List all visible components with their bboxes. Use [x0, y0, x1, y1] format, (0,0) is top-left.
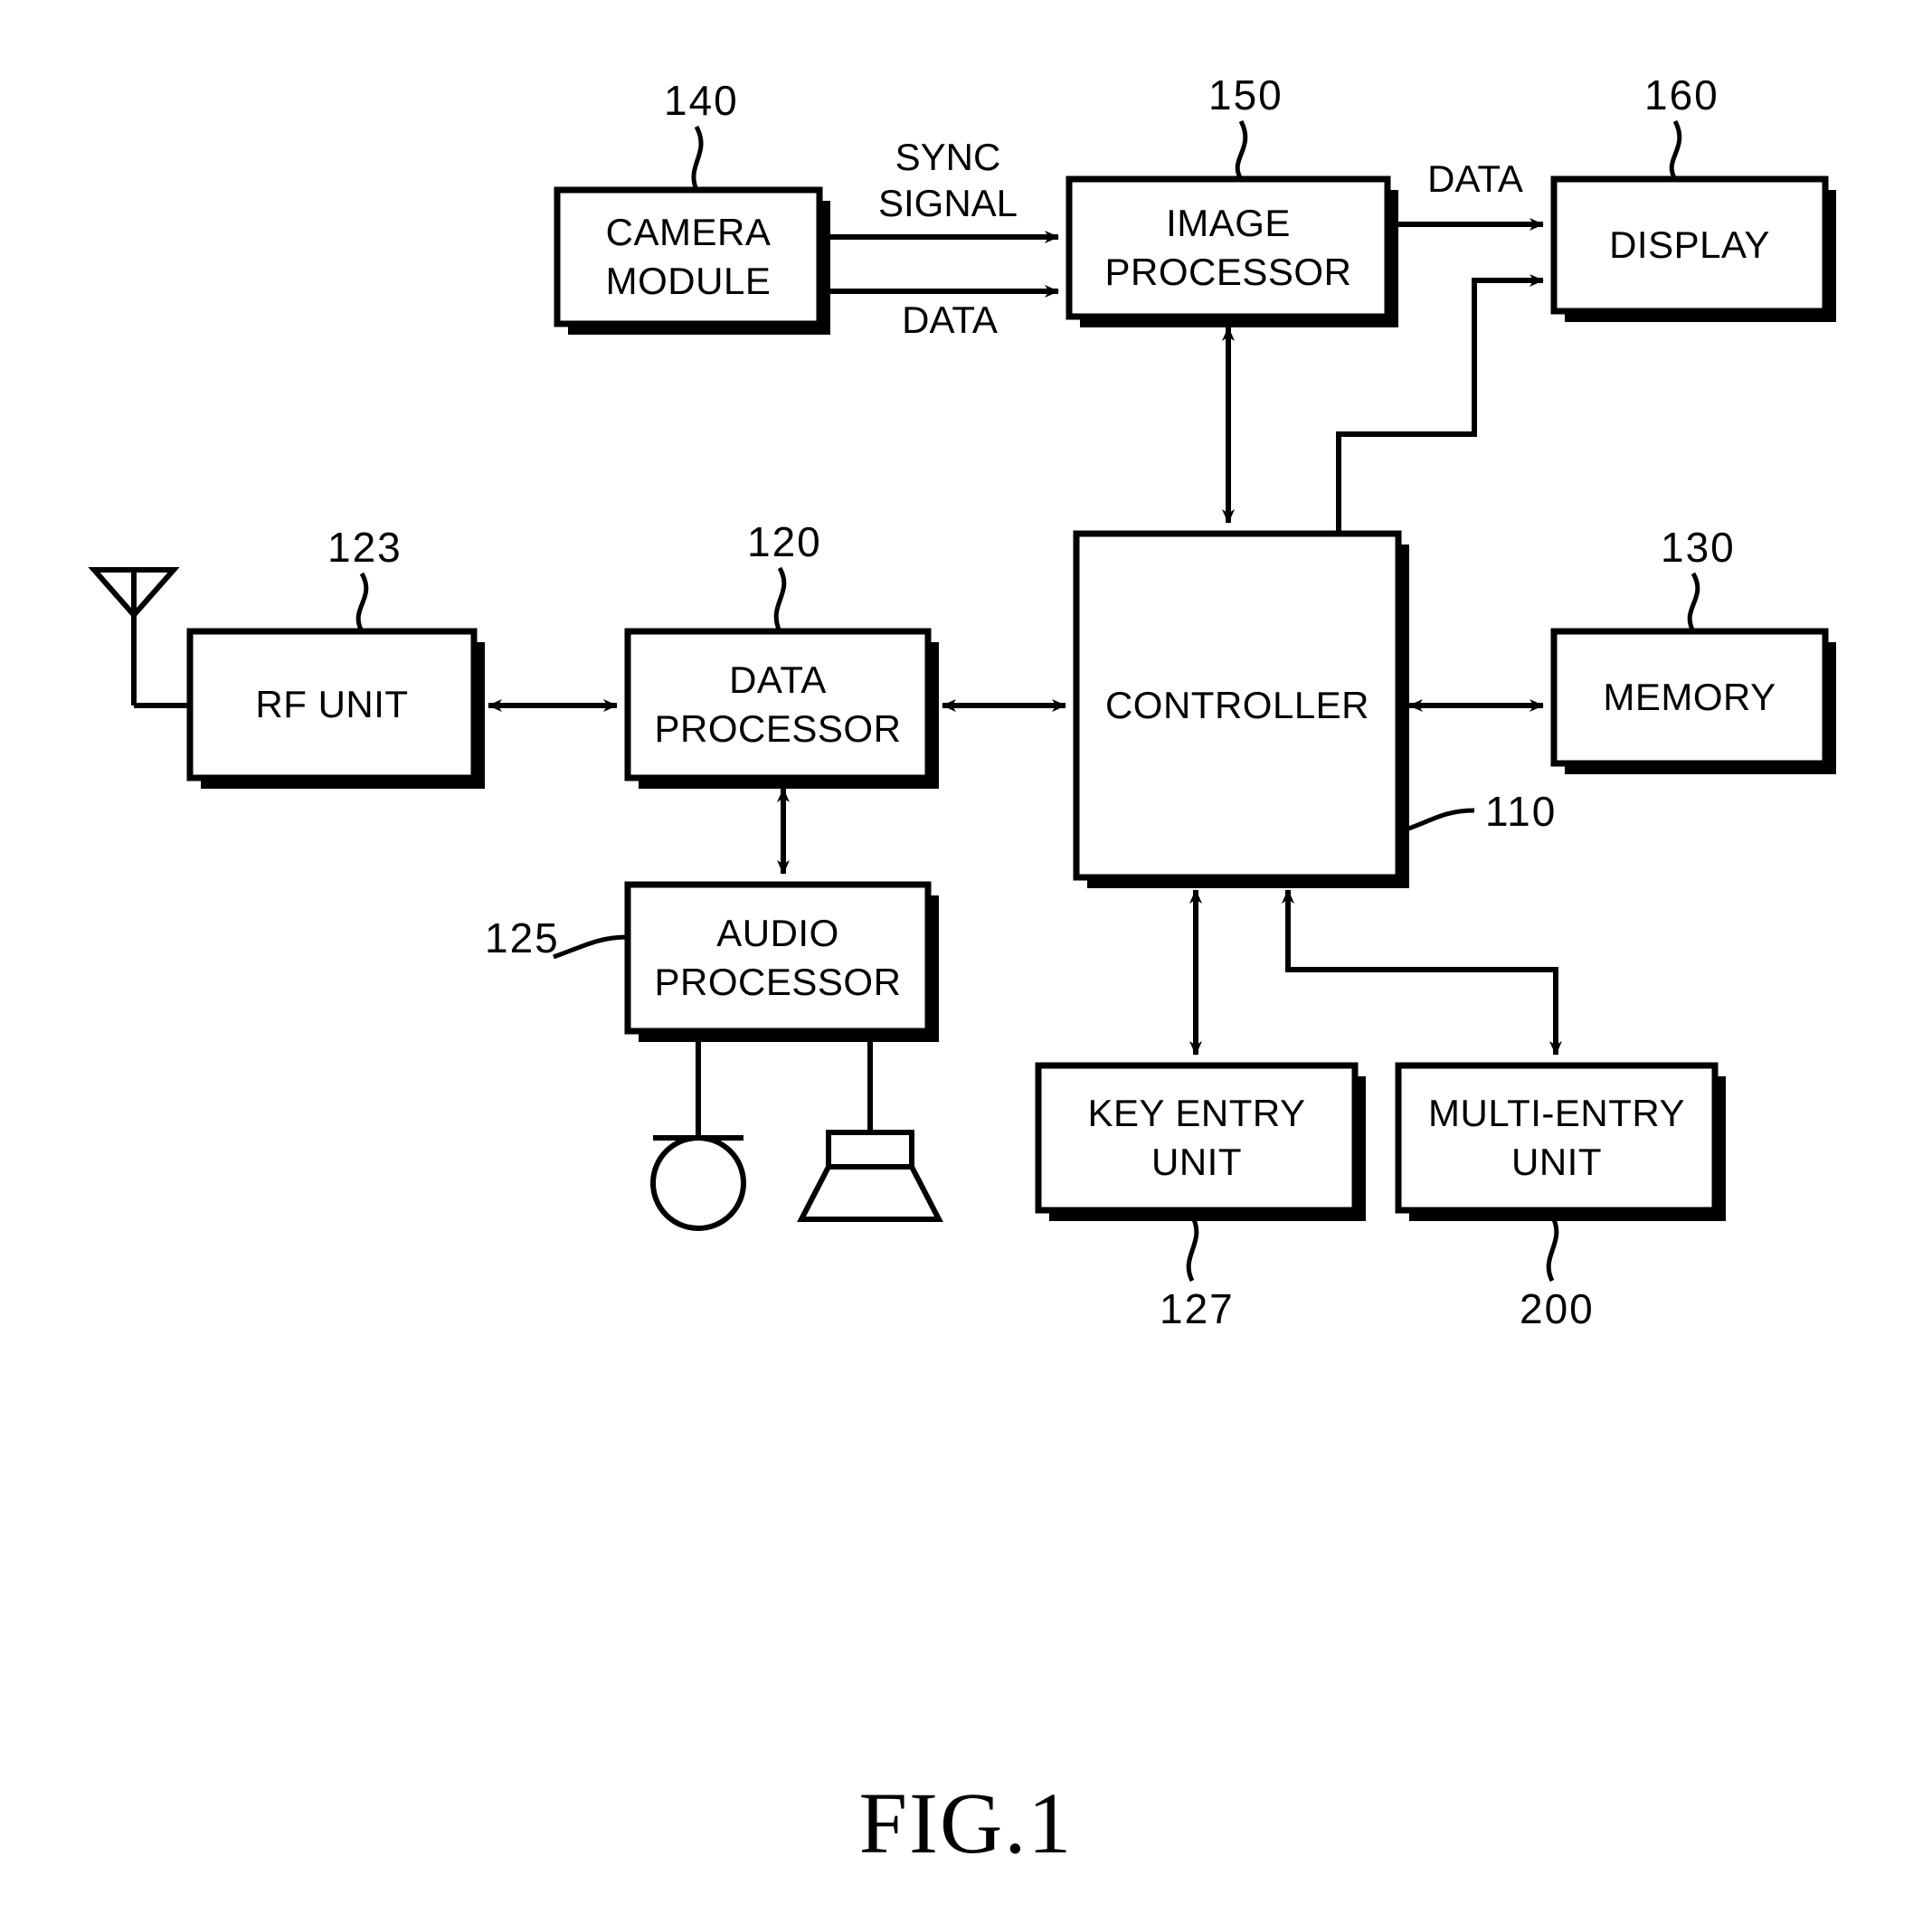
leader-120 [773, 566, 787, 633]
figure-caption: FIG.1 [858, 1775, 1074, 1871]
leader-150 [1235, 119, 1248, 181]
audio-processor-box [624, 881, 932, 1035]
leader-130 [1687, 572, 1700, 633]
ref-numeral-200: 200 [1520, 1285, 1595, 1332]
rf-unit-box [186, 628, 478, 781]
ref-numeral-130: 130 [1661, 524, 1736, 571]
leader-123 [355, 572, 369, 633]
edge-label-sync-signal: SYNC SIGNAL [877, 136, 1018, 225]
leader-125 [553, 934, 629, 960]
edge-controller-multientry [1282, 889, 1562, 1056]
ref-numeral-125: 125 [485, 914, 560, 961]
patent-figure: CAMERA MODULE IMAGE PROCESSOR DISPLAY RF… [0, 0, 1932, 1932]
memory-box [1550, 628, 1829, 767]
ref-numeral-120: 120 [747, 518, 822, 565]
leader-127 [1186, 1214, 1199, 1283]
key-entry-unit-box [1035, 1062, 1359, 1214]
ref-numeral-123: 123 [327, 524, 402, 571]
ref-numeral-150: 150 [1208, 71, 1283, 118]
edge-label-display-data: DATA [1427, 157, 1523, 200]
leader-200 [1546, 1214, 1559, 1283]
display-box [1550, 175, 1829, 315]
ref-numeral-110: 110 [1485, 788, 1558, 835]
ref-numeral-127: 127 [1160, 1285, 1235, 1332]
data-processor-box [624, 628, 932, 781]
diagram-canvas [88, 119, 1836, 1283]
leader-140 [691, 125, 704, 191]
leader-110 [1403, 808, 1475, 833]
edge-label-camera-data: DATA [902, 298, 998, 341]
multi-entry-unit-box [1395, 1062, 1719, 1214]
speaker-icon [797, 1130, 943, 1222]
ref-numeral-160: 160 [1644, 71, 1719, 118]
ref-numeral-140: 140 [664, 77, 739, 124]
image-processor-box [1065, 175, 1391, 320]
leader-160 [1669, 119, 1682, 181]
microphone-icon [650, 1135, 746, 1231]
camera-module-box [554, 186, 823, 327]
controller-box [1073, 530, 1402, 881]
